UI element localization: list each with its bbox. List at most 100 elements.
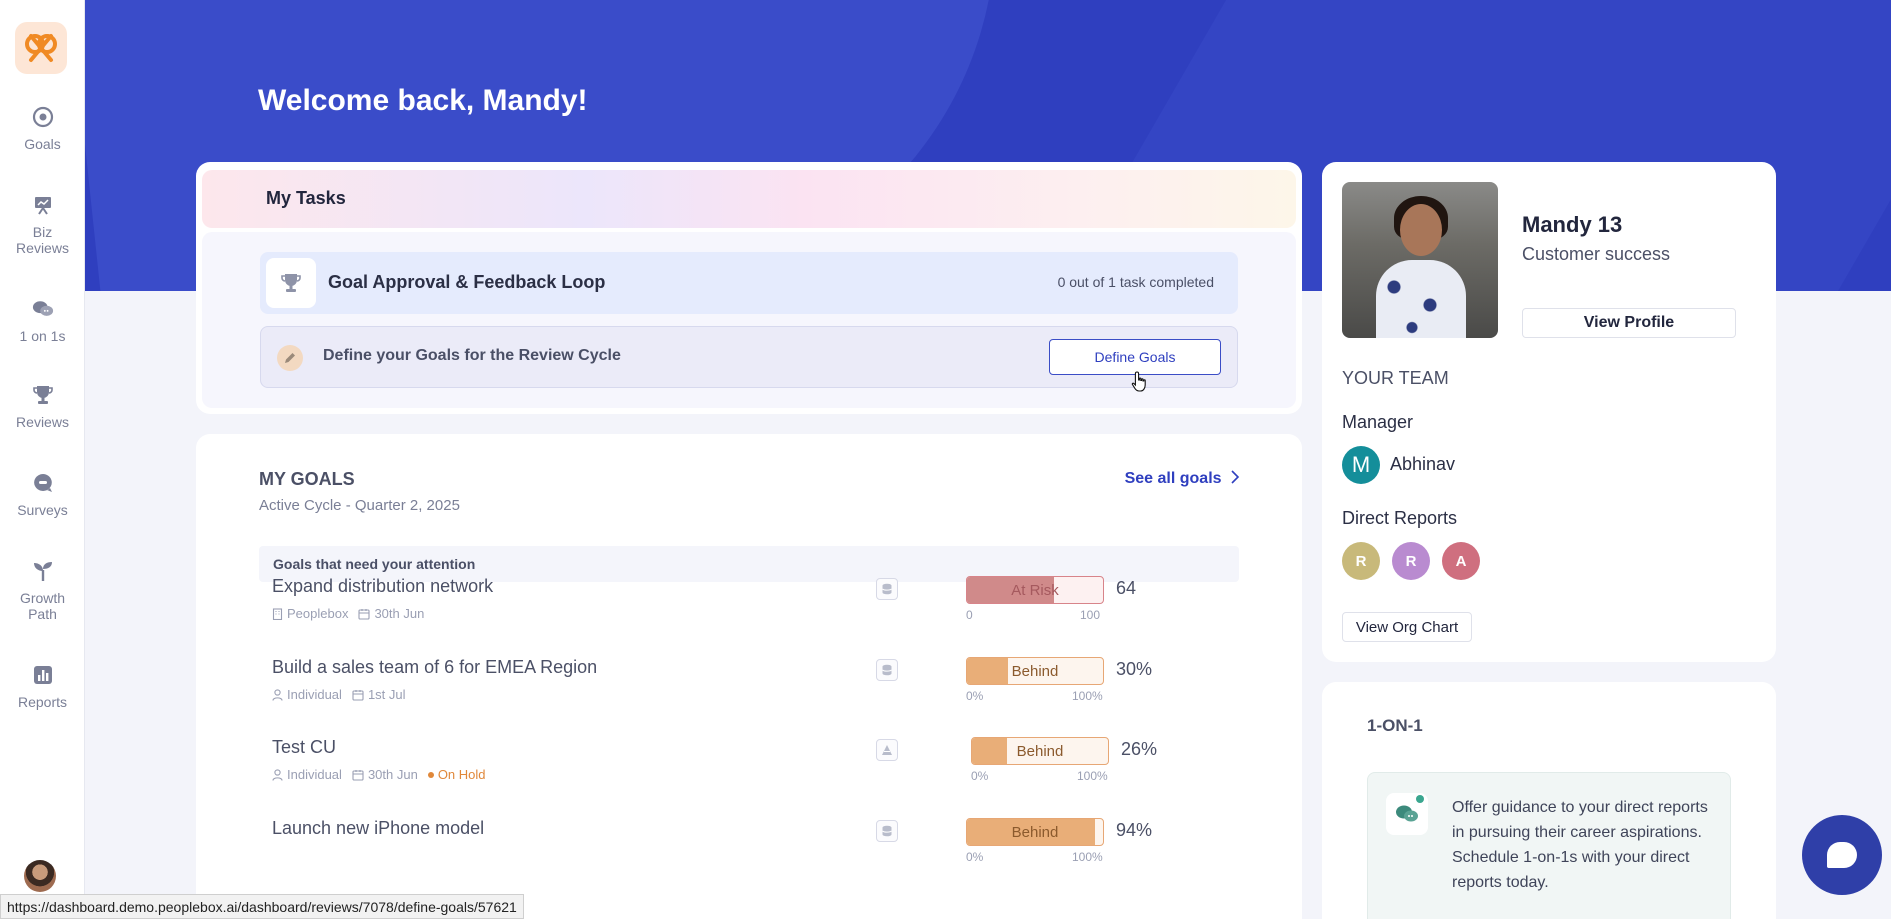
goal-name[interactable]: Test CU bbox=[272, 737, 336, 758]
manager-avatar[interactable]: M bbox=[1342, 446, 1380, 484]
target-icon bbox=[32, 106, 54, 128]
goal-progress-bar: At Risk bbox=[966, 576, 1104, 604]
progress-scale-max: 100% bbox=[1077, 769, 1108, 783]
sidebar-item-reports[interactable]: Reports bbox=[0, 664, 85, 710]
goals-subtitle: Active Cycle - Quarter 2, 2025 bbox=[259, 497, 460, 514]
your-team-heading: YOUR TEAM bbox=[1342, 368, 1449, 388]
task-label: Define your Goals for the Review Cycle bbox=[323, 347, 621, 364]
pyramid-icon[interactable] bbox=[876, 739, 898, 761]
direct-reports-label: Direct Reports bbox=[1342, 508, 1458, 528]
sidebar-item-label: Biz Reviews bbox=[16, 224, 69, 256]
goal-due-date: 1st Jul bbox=[367, 687, 406, 702]
task-row: Define your Goals for the Review Cycle D… bbox=[260, 326, 1238, 388]
database-icon[interactable] bbox=[876, 578, 898, 600]
goal-name[interactable]: Build a sales team of 6 for EMEA Region bbox=[272, 657, 597, 678]
person-icon bbox=[272, 768, 283, 781]
calendar-icon bbox=[352, 689, 364, 701]
goal-row[interactable]: Test CU Individual 30th Jun On Hold Behind 0%… bbox=[259, 737, 1239, 797]
task-group-title: Goal Approval & Feedback Loop bbox=[328, 272, 606, 292]
calendar-icon bbox=[352, 769, 364, 781]
direct-report-avatar[interactable]: A bbox=[1442, 542, 1480, 580]
sidebar-item-biz-reviews[interactable]: Biz Reviews bbox=[0, 194, 85, 256]
goal-due-date: 30th Jun bbox=[374, 606, 425, 621]
chat-icon bbox=[1386, 793, 1428, 835]
view-org-chart-button[interactable]: View Org Chart bbox=[1342, 612, 1472, 642]
goal-progress-value: 64 bbox=[1116, 578, 1137, 598]
sidebar-item-1on1s[interactable]: 1 on 1s bbox=[0, 298, 85, 344]
sidebar-item-label: 1 on 1s bbox=[19, 328, 66, 344]
sidebar-item-growth-path[interactable]: Growth Path bbox=[0, 560, 85, 622]
profile-name: Mandy 13 bbox=[1522, 212, 1623, 237]
manager-name[interactable]: Abhinav bbox=[1390, 454, 1455, 475]
goal-row[interactable]: Expand distribution network Peoplebox 30th… bbox=[259, 576, 1239, 636]
sidebar-item-reviews[interactable]: Reviews bbox=[0, 384, 85, 430]
task-group-count: 0 out of 1 task completed bbox=[1057, 274, 1214, 290]
goal-row[interactable]: Build a sales team of 6 for EMEA Region I… bbox=[259, 657, 1239, 717]
profile-card: Mandy 13 Customer success View Profile Y… bbox=[1322, 162, 1776, 662]
task-group-header[interactable]: Goal Approval & Feedback Loop 0 out of 1… bbox=[260, 252, 1238, 314]
speech-bubble-icon bbox=[32, 472, 54, 494]
sidebar-item-label: Growth Path bbox=[19, 590, 66, 622]
view-profile-button[interactable]: View Profile bbox=[1522, 308, 1736, 338]
page-title: Welcome back, Mandy! bbox=[258, 84, 588, 117]
status-bar-url: https://dashboard.demo.peoplebox.ai/dash… bbox=[0, 894, 524, 919]
sidebar-item-label: Surveys bbox=[17, 502, 68, 518]
see-all-goals-link[interactable]: See all goals bbox=[1125, 470, 1240, 488]
user-avatar[interactable] bbox=[24, 860, 56, 892]
chat-launcher-button[interactable] bbox=[1802, 815, 1882, 895]
pretzel-logo-icon bbox=[25, 34, 57, 62]
one-on-one-card: 1-ON-1 Offer guidance to your direct rep… bbox=[1322, 682, 1776, 919]
bar-chart-icon bbox=[32, 664, 54, 686]
goal-owner: Peoplebox bbox=[287, 606, 349, 621]
define-goals-button[interactable]: Define Goals bbox=[1049, 339, 1221, 375]
sidebar-item-goals[interactable]: Goals bbox=[0, 106, 85, 152]
sidebar-item-label: Reports bbox=[17, 694, 68, 710]
building-icon bbox=[272, 607, 283, 620]
sidebar: Goals Biz Reviews 1 on 1s Reviews Survey… bbox=[0, 0, 85, 919]
progress-scale-max: 100% bbox=[1072, 689, 1103, 703]
sidebar-item-label: Reviews bbox=[16, 414, 69, 430]
goal-meta: Individual 1st Jul bbox=[272, 687, 406, 702]
goal-status: At Risk bbox=[1011, 582, 1059, 599]
chevron-right-icon bbox=[1231, 470, 1240, 484]
sidebar-item-surveys[interactable]: Surveys bbox=[0, 472, 85, 518]
goal-status: Behind bbox=[1016, 743, 1064, 760]
one-on-one-text: Offer guidance to your direct reports in… bbox=[1452, 799, 1708, 891]
one-on-one-title: 1-ON-1 bbox=[1367, 716, 1423, 735]
database-icon[interactable] bbox=[876, 659, 898, 681]
manager-label: Manager bbox=[1342, 412, 1414, 432]
direct-report-avatar[interactable]: R bbox=[1342, 542, 1380, 580]
presentation-icon bbox=[32, 194, 54, 216]
database-icon[interactable] bbox=[876, 820, 898, 842]
direct-report-avatar[interactable]: R bbox=[1392, 542, 1430, 580]
goal-row[interactable]: Launch new iPhone model Behind 0% 100% 94% bbox=[259, 818, 1239, 878]
goal-name[interactable]: Launch new iPhone model bbox=[272, 818, 484, 839]
progress-scale-max: 100 bbox=[1080, 608, 1101, 622]
progress-scale-min: 0% bbox=[966, 689, 984, 703]
progress-scale-min: 0 bbox=[966, 608, 973, 622]
goals-title: MY GOALS bbox=[259, 469, 355, 489]
goal-progress-bar: Behind bbox=[966, 657, 1104, 685]
goal-progress-value: 26% bbox=[1121, 739, 1158, 759]
profile-role: Customer success bbox=[1522, 244, 1671, 264]
sprout-icon bbox=[32, 560, 54, 582]
goal-name[interactable]: Expand distribution network bbox=[272, 576, 493, 597]
goal-progress-value: 94% bbox=[1116, 820, 1153, 840]
my-tasks-banner: My Tasks bbox=[202, 170, 1296, 228]
chat-bubble-icon bbox=[1827, 842, 1857, 868]
goal-meta: Peoplebox 30th Jun bbox=[272, 606, 424, 621]
attention-label: Goals that need your attention bbox=[273, 556, 476, 572]
sidebar-item-label: Goals bbox=[24, 136, 61, 152]
hand-cursor-icon bbox=[1131, 371, 1146, 392]
calendar-icon bbox=[358, 608, 371, 620]
my-tasks-title: My Tasks bbox=[266, 188, 346, 208]
goal-progress-value: 30% bbox=[1116, 659, 1153, 679]
goal-progress-bar: Behind bbox=[966, 818, 1104, 846]
app-logo[interactable] bbox=[15, 22, 67, 74]
goal-owner: Individual bbox=[287, 767, 342, 782]
goal-meta: Individual 30th Jun On Hold bbox=[272, 767, 486, 782]
chat-bubbles-icon bbox=[32, 298, 54, 320]
progress-scale-min: 0% bbox=[966, 850, 984, 864]
goal-due-date: 30th Jun bbox=[367, 767, 418, 782]
see-all-goals-label: See all goals bbox=[1124, 470, 1222, 487]
